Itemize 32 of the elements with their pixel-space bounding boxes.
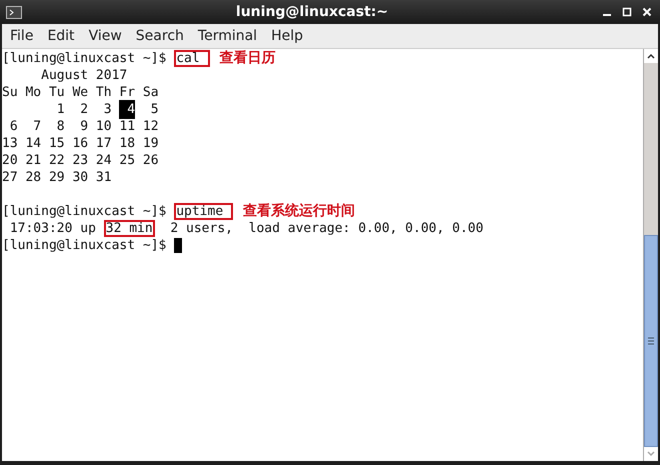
output-text: 20 21 22 23 24 25 26 [2, 152, 159, 170]
maximize-icon[interactable] [622, 7, 632, 17]
output-text: 1 2 3 [56, 100, 113, 119]
menu-item[interactable]: Edit [41, 26, 81, 46]
scroll-up-icon[interactable] [644, 49, 658, 63]
scrollbar-thumb[interactable] [644, 235, 658, 447]
command-text: cal [174, 50, 210, 67]
output-text: Su Mo Tu We Th Fr Sa [2, 84, 159, 102]
menu-item[interactable]: Help [265, 26, 309, 46]
shell-prompt: [luning@linuxcast ~]$ [2, 202, 168, 221]
scrollbar[interactable] [643, 49, 658, 461]
terminal-icon [6, 6, 22, 18]
highlighted-day: 4 [119, 100, 136, 120]
output-text: August 2017 [40, 66, 128, 85]
shell-prompt: [luning@linuxcast ~]$ [2, 236, 168, 255]
annotation-note: 查看系统运行时间 [242, 202, 355, 221]
menu-item[interactable]: View [82, 26, 128, 46]
menu-item[interactable]: Terminal [192, 26, 264, 46]
window-title: luning@linuxcast:~ [234, 2, 390, 22]
output-text: 6 7 8 9 10 11 12 [8, 118, 159, 136]
output-text: 5 [150, 100, 159, 119]
shell-prompt: [luning@linuxcast ~]$ [2, 50, 168, 68]
output-text: 2 users, load average: 0.00, 0.00, 0.00 [169, 220, 484, 238]
menu-item[interactable]: Search [130, 26, 190, 46]
menu-item[interactable]: File [4, 26, 40, 46]
command-text: uptime [174, 203, 233, 220]
output-text: 27 28 29 30 31 [2, 168, 112, 187]
output-text: 13 14 15 16 17 18 19 [2, 134, 159, 153]
output-text: 32 min [104, 220, 155, 237]
output-text: 17:03:20 up [8, 220, 97, 238]
close-icon[interactable] [642, 7, 652, 17]
annotation-note: 查看日历 [220, 49, 276, 68]
